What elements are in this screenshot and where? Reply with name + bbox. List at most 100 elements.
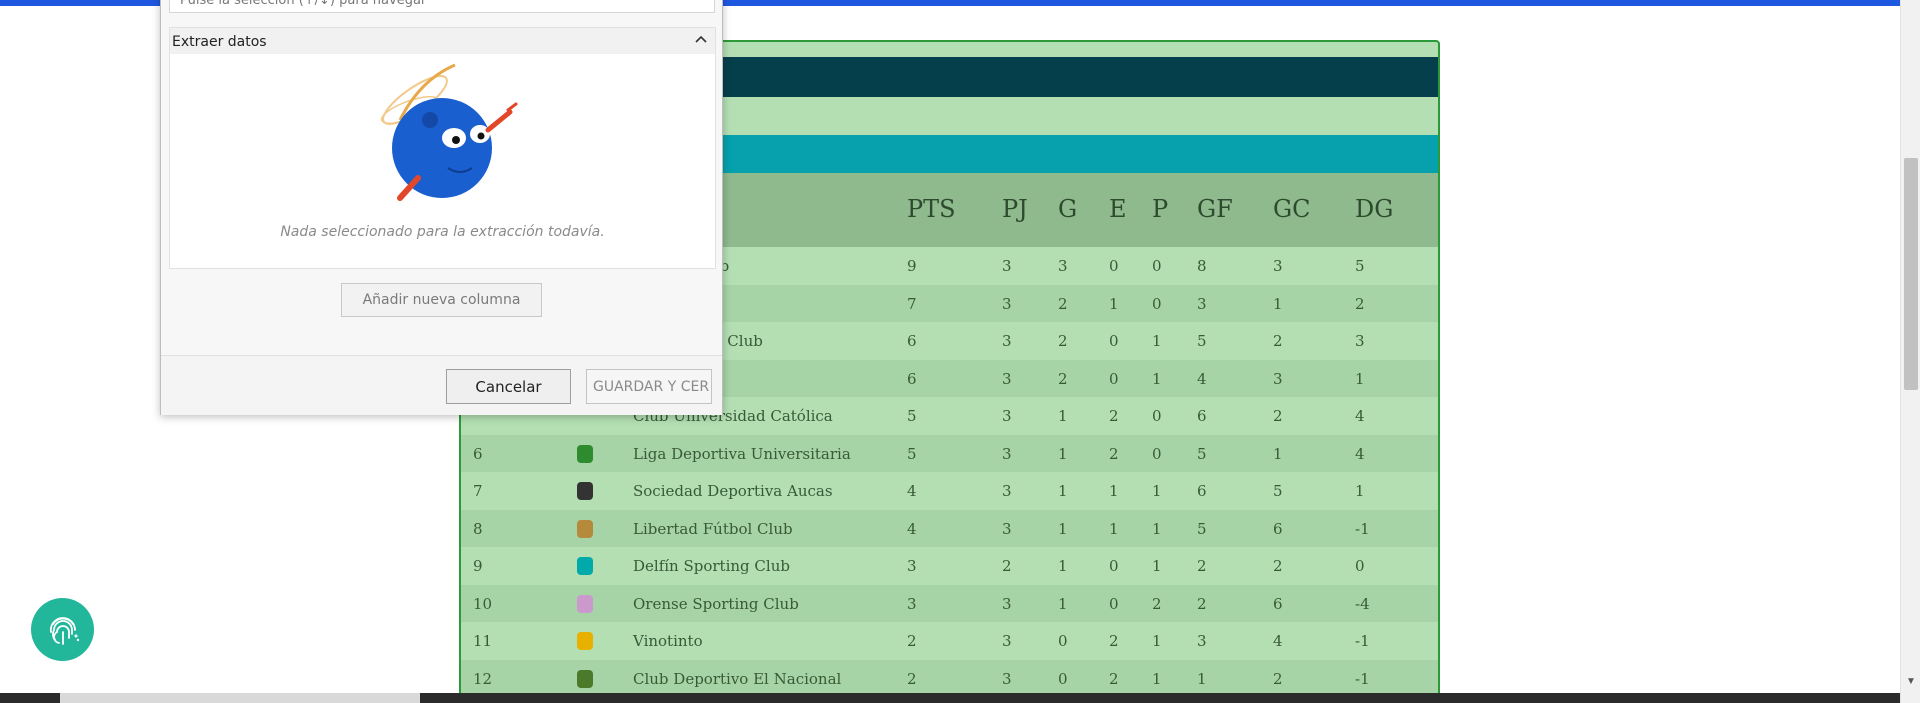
cell-dg: 5 [1355,257,1365,275]
cell-team: Orense Sporting Club [633,594,799,613]
horizontal-scroll-thumb[interactable] [60,693,420,703]
chevron-up-icon[interactable] [693,32,709,48]
team-crest-icon [577,594,593,613]
cell-pj: 3 [1002,369,1012,388]
cell-e: 1 [1109,482,1119,500]
extract-dialog: Pulse la selección (↑/↓) para navegar Ex… [160,0,723,415]
cell-gc: 3 [1273,369,1283,388]
cell-gf: 2 [1197,594,1207,613]
cell-gc: 5 [1273,482,1283,500]
cell-pos: 11 [473,632,493,650]
cell-gf: 8 [1197,257,1207,275]
cell-team: Delfín Sporting Club [633,557,790,575]
table-row: 7 Sociedad Deportiva Aucas 4 3 1 1 1 6 5 1 [461,472,1438,510]
cell-pj: 3 [1002,407,1012,425]
cell-g: 2 [1058,332,1068,350]
cell-g: 1 [1058,594,1068,613]
team-crest-icon [577,482,593,500]
cell-p: 1 [1152,369,1162,388]
cell-pj: 3 [1002,594,1012,613]
cell-g: 0 [1058,632,1068,650]
cell-dg: -1 [1355,669,1370,688]
cell-pj: 3 [1002,482,1012,500]
cell-e: 2 [1109,632,1119,650]
cell-g: 3 [1058,257,1068,275]
cell-team: Libertad Fútbol Club [633,519,793,538]
table-row: 8 Libertad Fútbol Club 4 3 1 1 1 5 6 -1 [461,509,1438,547]
cell-pts: 6 [907,369,917,388]
header-pts: PTS [907,195,956,223]
cell-team: Club Deportivo El Nacional [633,669,842,688]
header-gf: GF [1197,195,1233,223]
cell-dg: -1 [1355,632,1370,650]
cell-pts: 4 [907,519,917,538]
cell-e: 2 [1109,407,1119,425]
cell-pj: 3 [1002,632,1012,650]
cell-pos: 12 [473,669,493,688]
cell-pos: 10 [473,594,493,613]
cell-gf: 1 [1197,669,1207,688]
cell-p: 0 [1152,444,1162,463]
cell-g: 2 [1058,294,1068,313]
cell-p: 0 [1152,294,1162,313]
cell-dg: 4 [1355,444,1365,463]
cell-p: 1 [1152,669,1162,688]
cell-g: 1 [1058,557,1068,575]
cell-p: 1 [1152,482,1162,500]
cell-pj: 3 [1002,444,1012,463]
add-column-button[interactable]: Añadir nueva columna [341,283,542,317]
mascot-illustration [380,63,518,201]
cell-pts: 2 [907,632,917,650]
cell-pts: 5 [907,444,917,463]
cell-dg: -1 [1355,519,1370,538]
save-and-close-button[interactable]: GUARDAR Y CER [586,369,712,404]
cancel-button[interactable]: Cancelar [446,369,571,404]
cell-gf: 4 [1197,369,1207,388]
scroll-thumb[interactable] [1904,158,1918,390]
cell-gc: 3 [1273,257,1283,275]
cell-team: Sociedad Deportiva Aucas [633,482,833,500]
cell-pts: 6 [907,332,917,350]
cell-g: 1 [1058,482,1068,500]
cell-pts: 9 [907,257,917,275]
cell-pj: 3 [1002,332,1012,350]
cell-gf: 3 [1197,632,1207,650]
cell-p: 1 [1152,519,1162,538]
cell-gf: 6 [1197,482,1207,500]
selection-hint-input[interactable]: Pulse la selección (↑/↓) para navegar [169,0,715,13]
empty-extraction-message: Nada seleccionado para la extracción tod… [280,224,605,240]
header-e: E [1109,195,1127,223]
extract-panel-header[interactable]: Extraer datos [170,28,715,54]
cell-team: Liga Deportiva Universitaria [633,444,851,463]
vertical-scrollbar[interactable]: ▼ [1900,0,1920,703]
cell-pos: 8 [473,519,483,538]
header-dg: DG [1355,195,1394,223]
cell-gc: 6 [1273,519,1283,538]
cell-gc: 6 [1273,594,1283,613]
cell-dg: 4 [1355,407,1365,425]
cell-e: 0 [1109,257,1119,275]
header-g: G [1058,195,1078,223]
cell-dg: 3 [1355,332,1365,350]
team-crest-icon [577,444,593,463]
extract-panel: Extraer datos Nada seleccionado para la … [169,27,716,269]
cell-p: 1 [1152,632,1162,650]
cell-g: 1 [1058,444,1068,463]
cell-gc: 2 [1273,669,1283,688]
cell-pts: 3 [907,594,917,613]
cell-e: 2 [1109,669,1119,688]
header-gc: GC [1273,195,1311,223]
cell-p: 2 [1152,594,1162,613]
team-crest-icon [577,632,593,650]
cell-gc: 2 [1273,557,1283,575]
scroll-down-arrow-icon[interactable]: ▼ [1906,676,1916,687]
cell-dg: -4 [1355,594,1370,613]
cell-pts: 7 [907,294,917,313]
fingerprint-button[interactable] [31,598,94,661]
fingerprint-icon [49,616,79,645]
cell-gc: 2 [1273,332,1283,350]
cell-pj: 2 [1002,557,1012,575]
panel-title: Extraer datos [172,34,267,50]
cell-dg: 1 [1355,482,1365,500]
cell-gc: 2 [1273,407,1283,425]
